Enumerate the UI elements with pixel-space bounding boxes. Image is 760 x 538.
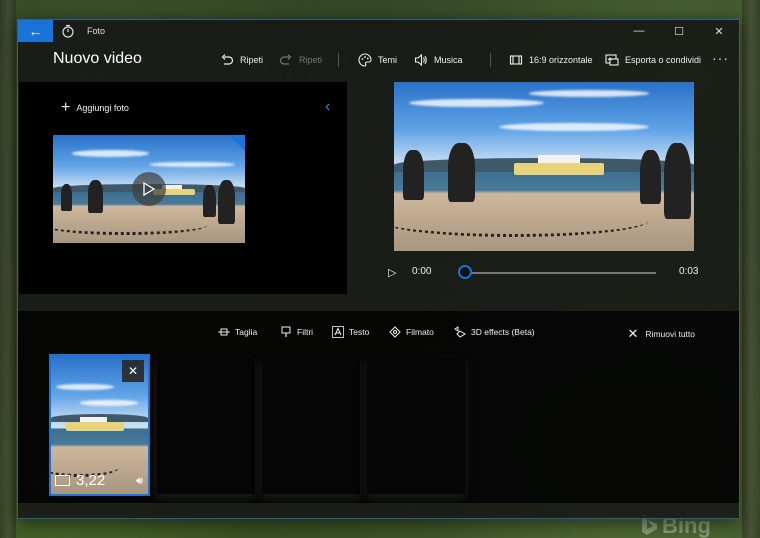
- play-button[interactable]: ▷: [388, 266, 396, 279]
- total-duration: 0:03: [679, 266, 699, 277]
- background-tree: [0, 0, 16, 538]
- play-icon: [132, 172, 166, 206]
- music-button[interactable]: Musica: [414, 52, 463, 68]
- 3d-effects-button[interactable]: 3D effects (Beta): [454, 326, 535, 338]
- storyboard-toolbar: Taglia Filtri Testo Filmato 3D effects (…: [18, 326, 739, 342]
- undo-icon: [221, 54, 234, 65]
- film-icon: [55, 475, 70, 486]
- playback-controls: ▷ 0:00 0:03: [388, 263, 708, 283]
- title-bar: ← Foto — ☐ ✕: [18, 20, 739, 42]
- speaker-icon: [414, 53, 427, 67]
- card-duration[interactable]: 3,22: [55, 472, 105, 489]
- aspect-ratio-icon: [509, 55, 523, 65]
- minimize-button[interactable]: —: [619, 20, 659, 42]
- empty-storyboard-slot: [367, 357, 465, 494]
- library-video-thumbnail[interactable]: [53, 135, 245, 243]
- back-button[interactable]: ←: [18, 20, 53, 42]
- toolbar-divider: [338, 53, 339, 67]
- palette-icon: [358, 53, 372, 67]
- aspect-ratio-button[interactable]: 16:9 orizzontale: [509, 52, 593, 68]
- export-icon: [605, 54, 619, 66]
- seek-thumb[interactable]: [458, 265, 472, 279]
- trim-button[interactable]: Taglia: [218, 326, 257, 338]
- filters-icon: [281, 326, 291, 337]
- project-library-panel: + Aggiungi foto ‹: [19, 82, 347, 294]
- close-button[interactable]: ✕: [699, 20, 739, 42]
- text-button[interactable]: Testo: [332, 326, 369, 338]
- motion-button[interactable]: Filmato: [389, 326, 434, 338]
- app-title: Foto: [87, 26, 106, 36]
- command-bar: Nuovo video Ripeti Ripeti Temi Musica 16…: [18, 42, 739, 78]
- text-icon: [332, 326, 344, 338]
- filters-button[interactable]: Filtri: [280, 326, 313, 338]
- more-options-button[interactable]: ···: [712, 50, 729, 66]
- volume-icon[interactable]: 🔊︎: [136, 475, 143, 488]
- remove-all-button[interactable]: ✕ Rimuovi tutto: [627, 326, 695, 342]
- close-icon: ✕: [627, 326, 639, 341]
- timer-icon: [62, 24, 74, 38]
- export-share-button[interactable]: Esporta o condividi: [605, 52, 701, 68]
- photos-app-window: ← Foto — ☐ ✕ Nuovo video Ripeti Ripeti T…: [17, 19, 740, 519]
- harbor-photo: [394, 82, 694, 251]
- add-photos-button[interactable]: + Aggiungi foto: [61, 100, 129, 116]
- undo-button[interactable]: Ripeti: [220, 52, 263, 68]
- motion-icon: [389, 326, 401, 338]
- empty-storyboard-slot: [262, 357, 360, 494]
- project-title[interactable]: Nuovo video: [53, 50, 142, 68]
- plus-icon: +: [61, 99, 71, 116]
- trim-icon: [218, 328, 230, 336]
- collapse-library-button[interactable]: ‹: [325, 98, 330, 116]
- maximize-button[interactable]: ☐: [659, 20, 699, 42]
- current-time: 0:00: [412, 266, 432, 277]
- 3d-effects-icon: [454, 326, 466, 338]
- background-tree: [742, 0, 760, 538]
- redo-button[interactable]: Ripeti: [279, 52, 322, 68]
- close-icon: ✕: [127, 364, 139, 378]
- toolbar-divider: [490, 53, 491, 67]
- storyboard-card[interactable]: ✕ 3,22 🔊︎: [49, 354, 150, 496]
- video-preview[interactable]: [394, 82, 694, 251]
- redo-icon: [279, 54, 292, 65]
- seek-track[interactable]: [464, 272, 656, 274]
- themes-button[interactable]: Temi: [358, 52, 397, 68]
- remove-card-button[interactable]: ✕: [122, 360, 144, 382]
- selected-corner-marker: [229, 135, 245, 151]
- empty-storyboard-slot: [157, 357, 255, 494]
- back-arrow-icon: ←: [28, 23, 43, 39]
